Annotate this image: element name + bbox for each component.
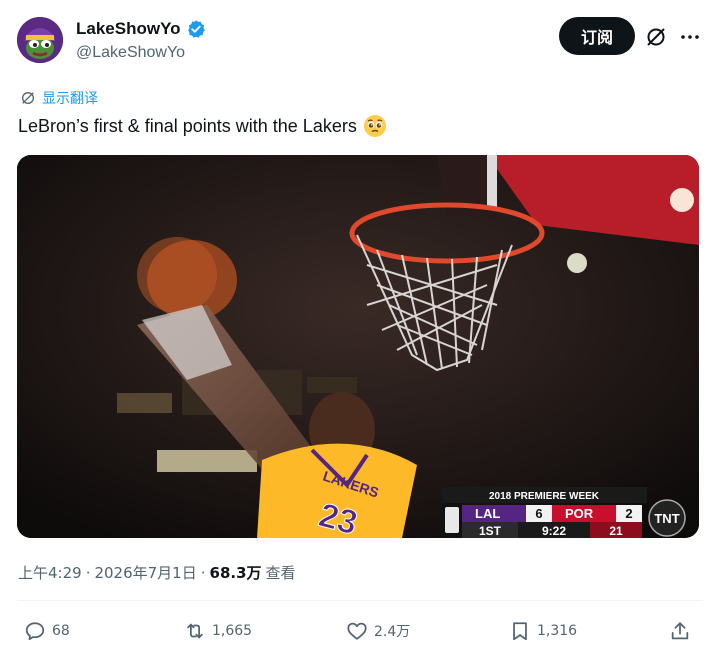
team1-name: LAL (475, 506, 500, 521)
share-icon (671, 622, 689, 640)
tweet-text: LeBron’s first & final points with the L… (18, 114, 387, 138)
game-clock: 9:22 (542, 524, 566, 538)
video-frame: LAKERS 23 2018 PREMIERE WEEK LAL 6 POR 2… (17, 155, 699, 538)
bookmark-count: 1,316 (537, 623, 578, 639)
repost-count: 1,665 (212, 623, 253, 639)
meta-separator: · (200, 563, 206, 582)
translate-icon (22, 92, 34, 104)
avatar[interactable] (17, 17, 63, 63)
show-translation-label[interactable]: 显示翻译 (42, 88, 98, 108)
reply-button[interactable]: 68 (24, 620, 70, 642)
grok-icon[interactable] (644, 25, 668, 49)
repost-button[interactable]: 1,665 (184, 620, 252, 642)
like-button[interactable]: 2.4万 (346, 620, 410, 642)
repost-icon (187, 623, 203, 639)
tweet-date[interactable]: 2026年7月1日 (94, 562, 196, 583)
share-button[interactable] (669, 620, 691, 642)
more-options-icon[interactable] (678, 25, 702, 49)
network-logo: TNT (654, 511, 679, 526)
author-display-name[interactable]: LakeShowYo (76, 19, 181, 39)
show-translation-link[interactable]: 显示翻译 (20, 88, 98, 108)
tweet-text-content: LeBron’s first & final points with the L… (18, 115, 357, 136)
tweet-time[interactable]: 上午4:29 (18, 562, 82, 583)
divider (17, 600, 703, 601)
team2-name: POR (565, 506, 594, 521)
view-count[interactable]: 68.3万 (210, 562, 262, 583)
author-name-row[interactable]: LakeShowYo (76, 19, 206, 39)
bookmark-button[interactable]: 1,316 (509, 620, 577, 642)
heart-icon (347, 622, 367, 640)
scoreboard-title: 2018 PREMIERE WEEK (489, 491, 600, 502)
avatar-image (17, 17, 63, 63)
tweet-meta: 上午4:29 · 2026年7月1日 · 68.3万 查看 (18, 562, 296, 583)
shot-clock: 21 (609, 524, 623, 538)
reply-icon (25, 622, 45, 641)
pleading-face-emoji-icon (363, 115, 386, 137)
subscribe-button[interactable]: 订阅 (559, 17, 635, 55)
team1-score: 6 (535, 506, 542, 521)
like-count: 2.4万 (374, 624, 411, 640)
team2-score: 2 (625, 506, 632, 521)
view-count-label: 查看 (265, 564, 296, 582)
game-quarter: 1ST (479, 524, 502, 538)
bookmark-icon (513, 622, 527, 641)
reply-count: 68 (52, 623, 70, 639)
meta-separator: · (85, 563, 91, 582)
tweet-video[interactable]: LAKERS 23 2018 PREMIERE WEEK LAL 6 POR 2… (17, 155, 699, 538)
author-handle[interactable]: @LakeShowYo (76, 44, 185, 62)
verified-badge-icon (187, 20, 205, 38)
